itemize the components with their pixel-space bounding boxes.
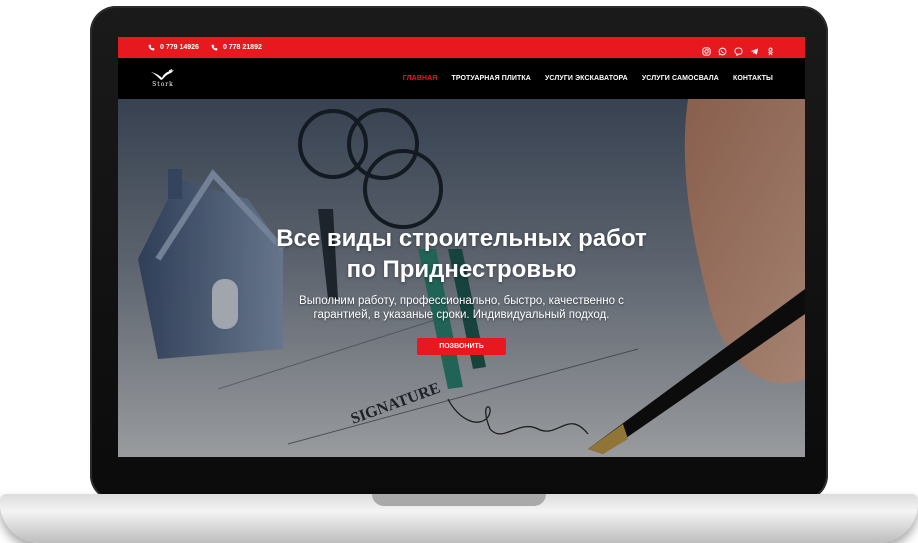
hero-content: Все виды строительных работ по Приднестр… bbox=[118, 223, 805, 355]
phone-number: 0 779 14926 bbox=[160, 44, 199, 51]
social-links bbox=[702, 43, 775, 57]
whatsapp-icon[interactable] bbox=[718, 43, 727, 56]
call-button[interactable]: ПОЗВОНИТЬ bbox=[417, 338, 506, 355]
browser-screen: 0 779 14926 0 778 21892 Stork ГЛАВНАЯ ТР… bbox=[118, 37, 805, 457]
nav-menu: ГЛАВНАЯ ТРОТУАРНАЯ ПЛИТКА УСЛУГИ ЭКСКАВА… bbox=[403, 75, 773, 82]
hero-title-line: Все виды строительных работ bbox=[276, 225, 647, 252]
telegram-icon[interactable] bbox=[750, 43, 759, 55]
hero-subtitle: Выполним работу, профессионально, быстро… bbox=[118, 294, 805, 322]
phone-contact-1[interactable]: 0 779 14926 bbox=[148, 44, 199, 51]
phone-contact-2[interactable]: 0 778 21892 bbox=[211, 44, 262, 51]
phone-icon bbox=[148, 44, 155, 51]
main-navigation: Stork ГЛАВНАЯ ТРОТУАРНАЯ ПЛИТКА УСЛУГИ Э… bbox=[118, 58, 805, 99]
instagram-icon[interactable] bbox=[702, 43, 711, 56]
hero-subtitle-line: гарантией, в указаные сроки. Индивидуаль… bbox=[313, 309, 610, 321]
odnoklassniki-icon[interactable] bbox=[766, 43, 775, 56]
laptop-notch bbox=[372, 494, 546, 506]
top-contact-bar: 0 779 14926 0 778 21892 bbox=[118, 37, 805, 58]
phone-icon bbox=[211, 44, 218, 51]
hero-section: SIGNATURE Все виды строительных работ по… bbox=[118, 99, 805, 457]
nav-item-paving-tiles[interactable]: ТРОТУАРНАЯ ПЛИТКА bbox=[451, 75, 531, 82]
hero-subtitle-line: Выполним работу, профессионально, быстро… bbox=[299, 295, 624, 307]
site-logo[interactable]: Stork bbox=[150, 69, 176, 88]
logo-text: Stork bbox=[152, 81, 174, 88]
hero-title: Все виды строительных работ по Приднестр… bbox=[118, 223, 805, 285]
viber-icon[interactable] bbox=[734, 43, 743, 57]
stork-bird-icon bbox=[151, 69, 174, 80]
nav-item-contacts[interactable]: КОНТАКТЫ bbox=[733, 75, 773, 82]
laptop-base bbox=[0, 494, 918, 543]
hero-title-line: по Приднестровью bbox=[346, 256, 577, 283]
phone-number: 0 778 21892 bbox=[222, 44, 262, 51]
nav-item-excavator[interactable]: УСЛУГИ ЭКСКАВАТОРА bbox=[545, 75, 628, 82]
nav-item-home[interactable]: ГЛАВНАЯ bbox=[403, 75, 438, 82]
nav-item-dump-truck[interactable]: УСЛУГИ САМОСВАЛА bbox=[642, 75, 719, 82]
